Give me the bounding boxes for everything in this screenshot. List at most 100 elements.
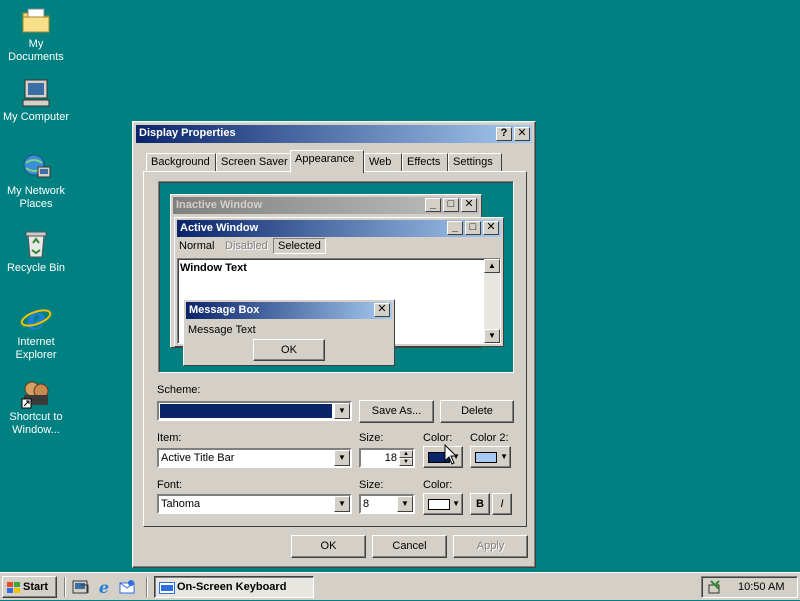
desktop-icon-shortcut[interactable]: Shortcut to Window... (0, 377, 72, 437)
display-properties-dialog: Display Properties ? ✕ Background Screen… (132, 121, 536, 568)
chevron-down-icon[interactable]: ▼ (397, 496, 413, 512)
scheme-label: Scheme: (157, 384, 201, 396)
preview-scrollbar: ▲ ▼ (484, 259, 500, 343)
internet-explorer-icon: e (20, 302, 52, 337)
chevron-down-icon: ▼ (452, 499, 460, 508)
desktop-icon-label: Internet Explorer (15, 336, 57, 361)
font-color-swatch (428, 499, 450, 510)
maximize-icon: □ (465, 221, 481, 235)
desktop-icon-label: Shortcut to Window... (9, 411, 63, 436)
system-tray: 10:50 AM (701, 576, 798, 598)
recycle-bin-icon (20, 228, 52, 260)
outlook-express-icon[interactable] (118, 579, 136, 595)
font-label: Font: (157, 479, 183, 491)
scroll-down-icon: ▼ (484, 329, 500, 343)
taskbar-button-on-screen-keyboard[interactable]: On-Screen Keyboard (154, 576, 314, 598)
item-size-label: Size: (359, 432, 384, 444)
item-color2-label: Color 2: (470, 432, 509, 444)
taskbar-task-label: On-Screen Keyboard (177, 581, 287, 593)
cancel-button[interactable]: Cancel (372, 535, 447, 558)
apply-button[interactable]: Apply (453, 535, 528, 558)
chevron-down-icon[interactable]: ▼ (334, 496, 350, 512)
item-size-spinner[interactable]: 18 ▲ ▼ (359, 448, 415, 468)
desktop-icon-recycle-bin[interactable]: Recycle Bin (0, 228, 72, 275)
scheme-combo[interactable]: ▼ (157, 401, 352, 421)
preview-ok-button: OK (253, 339, 325, 361)
taskbar-separator (64, 577, 66, 597)
keyboard-icon (159, 581, 175, 594)
network-tray-icon[interactable] (707, 579, 723, 595)
ok-button[interactable]: OK (291, 535, 366, 558)
scheme-selection-highlight (160, 404, 332, 418)
preview-menu-normal: Normal (179, 240, 215, 252)
shortcut-icon (20, 377, 52, 409)
save-as-button[interactable]: Save As... (359, 400, 434, 423)
windows-logo-icon (7, 581, 21, 593)
show-desktop-icon[interactable] (72, 579, 90, 595)
desktop-icon-my-documents[interactable]: My Documents (0, 4, 72, 64)
font-color-button[interactable]: ▼ (423, 493, 463, 515)
tab-settings[interactable]: Settings (448, 153, 502, 172)
preview-menu-disabled: Disabled (225, 240, 268, 252)
minimize-icon: _ (447, 221, 463, 235)
font-combo[interactable]: Tahoma ▼ (157, 494, 352, 514)
preview-window-text: Window Text (180, 262, 247, 274)
chevron-down-icon[interactable]: ▼ (334, 450, 350, 466)
network-places-icon (20, 151, 52, 183)
item-combo[interactable]: Active Title Bar ▼ (157, 448, 352, 468)
desktop-icon-my-computer[interactable]: My Computer (0, 77, 72, 124)
start-button[interactable]: Start (2, 576, 57, 598)
appearance-preview[interactable]: Inactive Window _ □ ✕ Active Window _ □ … (158, 181, 514, 373)
mouse-cursor-icon (444, 443, 458, 465)
desktop-icon-label: My Computer (2, 111, 70, 123)
tab-web[interactable]: Web (364, 153, 402, 172)
italic-button[interactable]: I (492, 493, 512, 515)
tab-background[interactable]: Background (146, 153, 216, 172)
item-color2-button[interactable]: ▼ (470, 446, 511, 468)
close-icon: ✕ (461, 198, 477, 212)
close-button[interactable]: ✕ (514, 127, 530, 141)
tab-appearance[interactable]: Appearance (290, 150, 364, 173)
preview-menu-selected: Selected (273, 238, 326, 254)
chevron-down-icon[interactable]: ▼ (334, 403, 350, 419)
dialog-title-bar[interactable]: Display Properties ? ✕ (136, 125, 532, 143)
tab-effects[interactable]: Effects (402, 153, 448, 172)
desktop-icon-network-places[interactable]: My Network Places (0, 151, 72, 211)
item-color2-swatch (475, 452, 497, 463)
preview-message-box: Message Box ✕ Message Text OK (183, 299, 395, 366)
delete-button[interactable]: Delete (440, 400, 514, 423)
appearance-panel: Inactive Window _ □ ✕ Active Window _ □ … (143, 171, 527, 527)
computer-icon (20, 77, 52, 109)
taskbar: Start e On-Screen Keyboard 10:50 AM (0, 572, 800, 600)
folder-documents-icon (20, 4, 52, 36)
desktop-icon-label: Recycle Bin (6, 262, 66, 274)
clock[interactable]: 10:50 AM (738, 581, 784, 593)
item-color-label: Color: (423, 432, 453, 444)
preview-msgbox-text: Message Text (188, 324, 256, 336)
svg-text:e: e (26, 302, 45, 334)
spinner-buttons[interactable]: ▲ ▼ (399, 450, 413, 466)
spin-up-icon[interactable]: ▲ (399, 450, 413, 458)
spin-down-icon[interactable]: ▼ (399, 458, 413, 466)
start-label: Start (23, 581, 49, 593)
minimize-icon: _ (425, 198, 441, 212)
close-icon: ✕ (374, 303, 390, 317)
tab-screen-saver[interactable]: Screen Saver (216, 153, 292, 172)
bold-button[interactable]: B (470, 493, 490, 515)
item-label: Item: (157, 432, 182, 444)
desktop-icon-internet-explorer[interactable]: e Internet Explorer (0, 302, 72, 362)
desktop-icon-label: My Documents (8, 38, 64, 63)
font-size-label: Size: (359, 479, 384, 491)
scroll-up-icon: ▲ (484, 259, 500, 273)
maximize-icon: □ (443, 198, 459, 212)
svg-text:e: e (99, 579, 109, 595)
desktop-icon-label: My Network Places (6, 185, 66, 210)
close-icon: ✕ (483, 221, 499, 235)
taskbar-separator (146, 577, 148, 597)
font-color-label: Color: (423, 479, 453, 491)
font-size-combo[interactable]: 8 ▼ (359, 494, 415, 514)
internet-explorer-icon[interactable]: e (95, 578, 113, 597)
help-button[interactable]: ? (496, 127, 512, 141)
dialog-title: Display Properties (139, 127, 236, 139)
preview-msgbox-title: Message Box (186, 302, 392, 319)
